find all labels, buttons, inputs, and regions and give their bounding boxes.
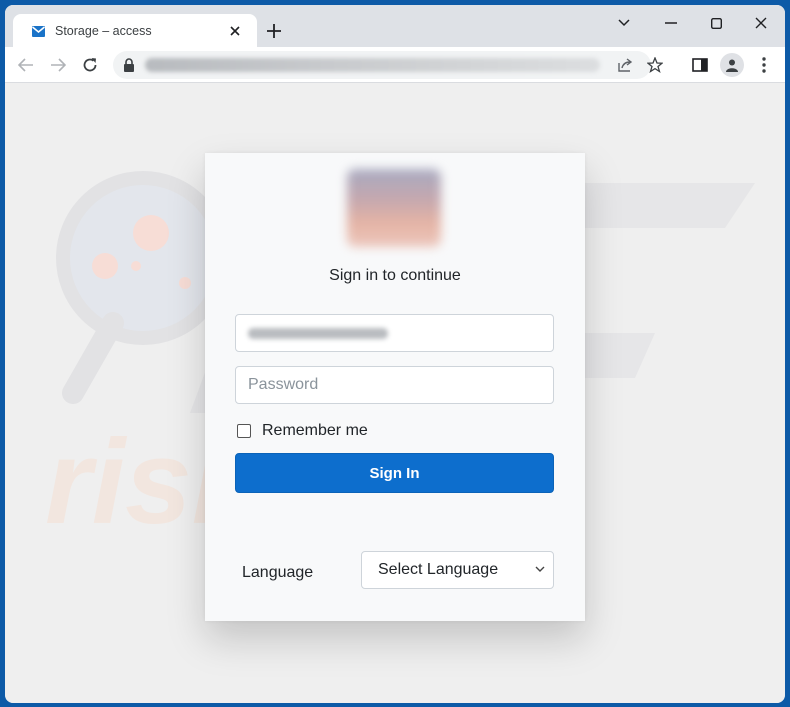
remember-me: Remember me <box>237 421 368 441</box>
minimize-button[interactable] <box>656 11 686 35</box>
minimize-icon <box>665 22 677 24</box>
login-card: Sign in to continue Password Remember me… <box>205 153 585 621</box>
maximize-icon <box>710 17 722 29</box>
share-icon[interactable] <box>615 55 635 75</box>
address-bar[interactable]: (blurred URL) <box>113 51 663 79</box>
tab-active[interactable]: Storage – access <box>13 14 257 48</box>
browser-toolbar: (blurred URL) <box>5 47 785 83</box>
language-label: Language <box>242 564 314 581</box>
email-value <box>248 328 388 339</box>
language-select[interactable]: Select Language <box>361 551 554 589</box>
menu-button[interactable] <box>751 52 777 78</box>
brand-logo <box>347 169 441 247</box>
url-text[interactable]: (blurred URL) <box>145 58 600 72</box>
password-field[interactable]: Password <box>235 366 554 404</box>
password-placeholder: Password <box>248 376 319 393</box>
arrow-left-icon <box>18 58 33 72</box>
side-panel-button[interactable] <box>687 52 713 78</box>
reload-button[interactable] <box>77 52 103 78</box>
envelope-icon <box>31 24 45 38</box>
tab-strip: Storage – access <box>5 5 785 48</box>
email-field[interactable] <box>235 314 554 352</box>
new-tab-button[interactable] <box>262 19 286 43</box>
maximize-button[interactable] <box>701 11 731 35</box>
close-icon <box>755 17 767 29</box>
remember-me-checkbox[interactable] <box>237 424 251 438</box>
browser-window: Storage – access Sign in to continue Pas… <box>5 5 785 703</box>
star-icon[interactable] <box>645 55 665 75</box>
side-panel-icon <box>692 58 708 72</box>
page-viewport: risk.com Sign in to continue Password Re… <box>5 83 785 703</box>
back-button[interactable] <box>13 52 39 78</box>
reload-icon <box>83 58 97 72</box>
chevron-down-icon <box>618 19 630 27</box>
remember-me-label[interactable]: Remember me <box>262 422 368 440</box>
kebab-menu-icon <box>762 57 766 73</box>
arrow-right-icon <box>51 58 66 72</box>
close-window-button[interactable] <box>746 11 776 35</box>
profile-icon <box>720 53 744 77</box>
chevron-down-icon <box>535 566 545 572</box>
tab-search-button[interactable] <box>609 11 639 35</box>
sign-in-button[interactable]: Sign In <box>235 453 554 493</box>
language-select-value: Select Language <box>378 561 499 578</box>
profile-button[interactable] <box>719 52 745 78</box>
tab-title: Storage – access <box>55 24 152 38</box>
forward-button[interactable] <box>45 52 71 78</box>
close-icon[interactable] <box>225 21 245 41</box>
lock-icon[interactable] <box>123 58 137 72</box>
plus-icon <box>267 24 281 38</box>
page-title: Sign in to continue <box>329 267 461 284</box>
